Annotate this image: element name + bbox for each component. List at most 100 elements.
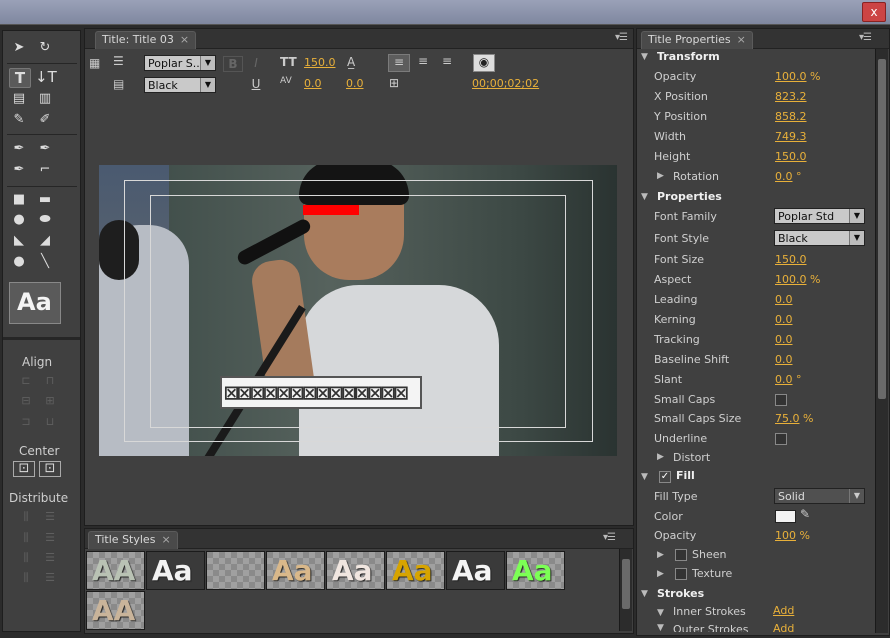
font-family-select[interactable]: Poplar Std ▼ <box>774 208 865 224</box>
collapse-triangle-icon[interactable]: ▼ <box>641 589 648 599</box>
collapse-triangle-icon[interactable]: ▼ <box>641 192 648 202</box>
panel-menu-icon[interactable]: ▾☰ <box>859 32 872 43</box>
timecode-value[interactable]: 00;00;02;02 <box>472 77 539 90</box>
aspect-value[interactable]: 100.0 <box>775 273 807 286</box>
opacity-value[interactable]: 100.0 <box>775 70 807 83</box>
font-style-select[interactable]: Black ▼ <box>774 230 865 246</box>
font-style-dropdown[interactable]: Black ▼ <box>144 77 216 93</box>
small-caps-size-value[interactable]: 75.0 <box>775 412 800 425</box>
expand-triangle-icon[interactable]: ▶ <box>657 550 664 560</box>
small-caps-checkbox[interactable] <box>775 394 787 406</box>
style-swatch[interactable]: Aa <box>446 551 505 590</box>
texture-checkbox[interactable] <box>675 568 687 580</box>
font-size-value[interactable]: 150.0 <box>304 56 336 69</box>
distribute-right-icon[interactable]: ⫼ <box>17 551 35 565</box>
distribute-center-v-icon[interactable]: ☰ <box>41 531 59 545</box>
rectangle-tool-icon[interactable]: ■ <box>9 191 29 209</box>
distribute-bottom-icon[interactable]: ☰ <box>41 551 59 565</box>
selection-tool-icon[interactable]: ➤ <box>9 39 29 57</box>
line-tool-icon[interactable]: ╲ <box>35 253 55 271</box>
distribute-center-h-icon[interactable]: ⫼ <box>17 531 35 545</box>
delete-anchor-tool-icon[interactable]: ✒ <box>35 140 55 158</box>
center-vertical-icon[interactable]: ⊡ <box>39 461 61 477</box>
rotation-tool-icon[interactable]: ↻ <box>35 39 55 57</box>
vertical-path-type-tool-icon[interactable]: ✐ <box>35 111 55 129</box>
leading-prop-value[interactable]: 0.0 <box>775 293 793 306</box>
tab-title[interactable]: Title: Title 03 × <box>95 31 197 49</box>
x-position-value[interactable]: 823.2 <box>775 90 807 103</box>
align-right-icon[interactable]: ⊐ <box>17 415 35 429</box>
tab-stops-icon[interactable]: ⊞ <box>389 76 399 90</box>
rounded-corner-tool-icon[interactable]: ⬬ <box>35 211 55 229</box>
vertical-type-tool-icon[interactable]: ↓T <box>35 68 57 86</box>
properties-scrollbar[interactable] <box>875 49 888 633</box>
title-styles-scrollbar[interactable] <box>619 549 632 631</box>
style-swatch[interactable] <box>206 551 265 590</box>
underline-button[interactable]: U <box>247 77 265 91</box>
arc-tool-icon[interactable]: ◢ <box>35 232 55 250</box>
type-tool-icon[interactable]: T <box>9 68 31 88</box>
templates-icon[interactable]: ▤ <box>113 77 124 91</box>
y-position-value[interactable]: 858.2 <box>775 110 807 123</box>
font-size-prop-value[interactable]: 150.0 <box>775 253 807 266</box>
distribute-left-icon[interactable]: ⫼ <box>17 510 35 524</box>
expand-triangle-icon[interactable]: ▶ <box>657 569 664 579</box>
align-center-v-icon[interactable]: ⊞ <box>41 394 59 408</box>
width-value[interactable]: 749.3 <box>775 130 807 143</box>
ellipse-tool-icon[interactable]: ● <box>9 253 29 271</box>
distribute-h-even-icon[interactable]: ⫼ <box>17 571 35 585</box>
leading-value[interactable]: 0.0 <box>346 77 364 90</box>
rounded-rectangle-tool-icon[interactable]: ▬ <box>35 191 55 209</box>
distribute-v-even-icon[interactable]: ☰ <box>41 571 59 585</box>
roll-crawl-icon[interactable]: ☰ <box>113 54 124 68</box>
italic-button[interactable]: I <box>247 56 265 70</box>
distort-label[interactable]: Distort <box>673 451 710 464</box>
scrollbar-thumb[interactable] <box>622 559 630 609</box>
fill-color-swatch[interactable] <box>775 510 796 523</box>
clipped-corner-tool-icon[interactable]: ● <box>9 211 29 229</box>
fill-type-select[interactable]: Solid ▼ <box>774 488 865 504</box>
collapse-triangle-icon[interactable]: ▼ <box>657 623 664 632</box>
outer-strokes-add-link[interactable]: Add <box>773 622 794 632</box>
show-background-video-icon[interactable]: ◉ <box>473 54 495 72</box>
distribute-top-icon[interactable]: ☰ <box>41 510 59 524</box>
height-value[interactable]: 150.0 <box>775 150 807 163</box>
tab-title-styles[interactable]: Title Styles × <box>88 531 178 549</box>
close-icon[interactable]: × <box>161 533 170 546</box>
convert-anchor-tool-icon[interactable]: ⌐ <box>35 161 55 179</box>
align-center-h-icon[interactable]: ⊟ <box>17 394 35 408</box>
baseline-shift-value[interactable]: 0.0 <box>775 353 793 366</box>
pen-tool-icon[interactable]: ✒ <box>9 140 29 158</box>
panel-menu-icon[interactable]: ▾☰ <box>615 32 628 43</box>
collapse-triangle-icon[interactable]: ▼ <box>641 472 648 482</box>
window-close-button[interactable]: x <box>862 2 886 22</box>
style-swatch[interactable]: Aa <box>326 551 385 590</box>
style-swatch[interactable]: Aa <box>386 551 445 590</box>
path-type-tool-icon[interactable]: ✎ <box>9 111 29 129</box>
fill-checkbox[interactable]: ✓ <box>659 471 671 483</box>
center-horizontal-icon[interactable]: ⊡ <box>13 461 35 477</box>
inner-strokes-add-link[interactable]: Add <box>773 604 794 617</box>
tracking-value[interactable]: 0.0 <box>775 333 793 346</box>
tab-title-properties[interactable]: Title Properties × <box>641 31 753 49</box>
bold-button[interactable]: B <box>223 56 243 72</box>
align-left-text-button[interactable]: ≡ <box>388 54 410 72</box>
eyedropper-icon[interactable]: ✎ <box>800 507 810 521</box>
style-swatch[interactable]: Aa <box>146 551 205 590</box>
sheen-checkbox[interactable] <box>675 549 687 561</box>
align-right-text-button[interactable]: ≡ <box>437 54 457 68</box>
new-title-icon[interactable]: ▦ <box>89 56 100 70</box>
font-family-dropdown[interactable]: Poplar S... ▼ <box>144 55 216 71</box>
style-swatch[interactable]: AA <box>86 551 145 590</box>
area-type-tool-icon[interactable]: ▤ <box>9 90 29 108</box>
align-top-icon[interactable]: ⊓ <box>41 374 59 388</box>
align-left-icon[interactable]: ⊏ <box>17 374 35 388</box>
fill-opacity-value[interactable]: 100 <box>775 529 796 542</box>
red-bar-shape[interactable] <box>303 205 359 215</box>
style-swatch[interactable]: Aa <box>506 551 565 590</box>
collapse-triangle-icon[interactable]: ▼ <box>641 52 648 62</box>
kerning-prop-value[interactable]: 0.0 <box>775 313 793 326</box>
align-bottom-icon[interactable]: ⊔ <box>41 415 59 429</box>
align-center-text-button[interactable]: ≡ <box>413 54 433 68</box>
vertical-area-type-tool-icon[interactable]: ▥ <box>35 90 55 108</box>
